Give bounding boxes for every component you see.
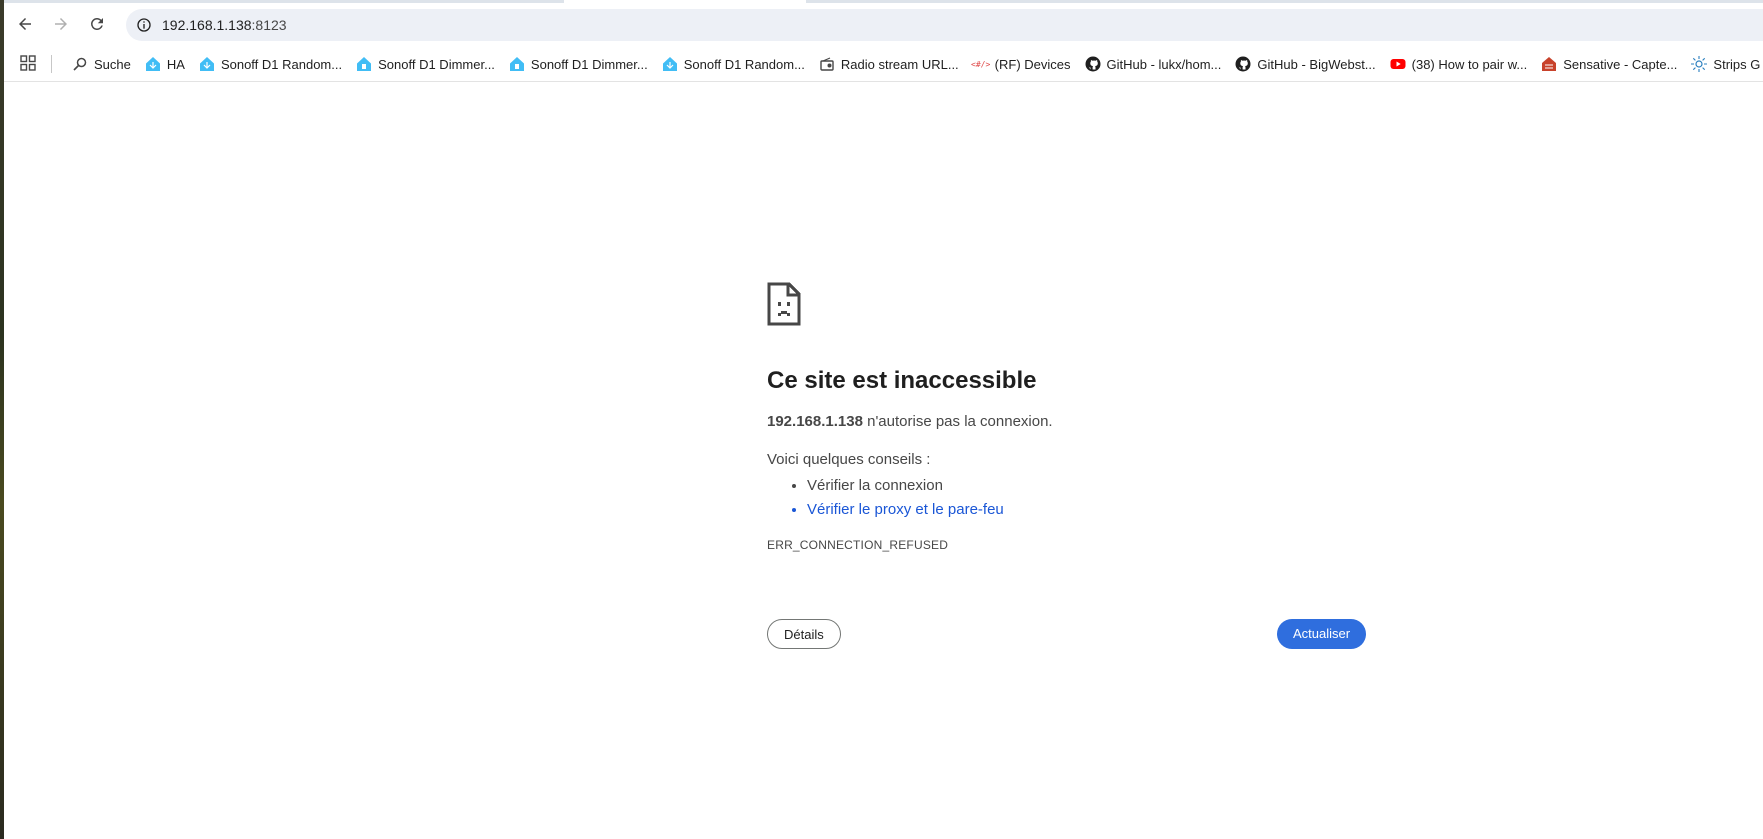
sad-page-icon <box>767 282 801 326</box>
tips-intro: Voici quelques conseils : <box>767 451 931 468</box>
tips-list: Vérifier la connexion Vérifier le proxy … <box>767 474 1373 522</box>
code-icon: <#/> <box>971 59 991 69</box>
house-icon <box>509 56 525 72</box>
url-text[interactable]: 192.168.1.138:8123 <box>162 17 287 33</box>
bookmark-label: Sonoff D1 Dimmer... <box>378 56 495 72</box>
url-port: :8123 <box>251 17 287 33</box>
address-bar[interactable]: 192.168.1.138:8123 <box>126 9 1763 41</box>
url-host: 192.168.1.138 <box>162 17 252 33</box>
bookmark-label: GitHub - BigWebst... <box>1257 56 1376 72</box>
home-assistant-icon <box>199 56 215 72</box>
error-title: Ce site est inaccessible <box>767 367 1037 394</box>
error-code: ERR_CONNECTION_REFUSED <box>767 538 949 552</box>
bookmark-label: GitHub - lukx/hom... <box>1106 56 1222 72</box>
bookmark-label: Sonoff D1 Random... <box>220 56 343 72</box>
bookmark-item[interactable]: Sonoff D1 Dimmer... <box>350 50 501 78</box>
home-assistant-icon <box>145 56 161 72</box>
bookmarks-bar: Suche HA Sonoff D1 Random... Sonoff D1 D… <box>4 47 1763 82</box>
bookmark-label: Strips G <box>1713 56 1761 72</box>
details-button[interactable]: Détails <box>767 619 841 649</box>
bookmark-item[interactable]: Sensative - Capte... <box>1535 50 1683 78</box>
bookmark-item[interactable]: (38) How to pair w... <box>1384 50 1534 78</box>
error-panel: Ce site est inaccessible 192.168.1.138 n… <box>767 282 1373 552</box>
bookmark-item[interactable]: GitHub - lukx/hom... <box>1079 50 1228 78</box>
tip-check-connection: Vérifier la connexion <box>807 474 1373 498</box>
arrow-right-icon <box>55 18 67 30</box>
house-icon <box>356 56 372 72</box>
bookmark-label: Radio stream URL... <box>840 56 959 72</box>
bookmarks-separator <box>51 55 52 73</box>
bookmark-label: Suche <box>94 56 131 72</box>
bookmark-label: Sensative - Capte... <box>1563 56 1678 72</box>
bookmark-item[interactable]: Radio stream URL... <box>813 50 965 78</box>
bookmark-item[interactable]: Sonoff D1 Random... <box>656 50 811 78</box>
page-content: Ce site est inaccessible 192.168.1.138 n… <box>4 82 1763 839</box>
arrow-left-icon <box>19 18 31 30</box>
error-description: 192.168.1.138 n'autorise pas la connexio… <box>767 412 1373 432</box>
back-button[interactable] <box>10 9 40 39</box>
error-description-text: n'autorise pas la connexion. <box>862 413 1053 430</box>
browser-window: 192.168.1.138:8123 Suche HA Sonoff D1 Ra… <box>4 0 1763 839</box>
bookmark-item[interactable]: Sonoff D1 Dimmer... <box>503 50 654 78</box>
sun-icon <box>1691 56 1708 72</box>
bookmark-item[interactable]: Suche <box>66 50 137 78</box>
bookmark-item[interactable]: Sonoff D1 Random... <box>193 50 348 78</box>
search-icon <box>72 56 88 72</box>
forward-button[interactable] <box>46 9 76 39</box>
home-assistant-icon <box>662 56 678 72</box>
radio-icon <box>819 56 835 72</box>
bookmark-item[interactable]: GitHub - BigWebst... <box>1229 50 1381 78</box>
bookmark-item[interactable]: HA <box>139 50 191 78</box>
bookmark-label: (RF) Devices <box>994 56 1071 72</box>
tip-check-proxy-link[interactable]: Vérifier le proxy et le pare-feu <box>807 498 1373 522</box>
apps-grid-icon[interactable] <box>20 55 36 71</box>
bookmark-item[interactable]: <#/> (RF) Devices <box>967 50 1077 78</box>
reload-icon <box>91 17 103 30</box>
bookmark-item[interactable]: Strips G <box>1685 50 1763 78</box>
bookmark-label: (38) How to pair w... <box>1411 56 1528 72</box>
github-icon <box>1235 56 1251 72</box>
info-icon[interactable] <box>136 17 152 33</box>
error-host: 192.168.1.138 <box>767 413 863 430</box>
bookmark-label: Sonoff D1 Dimmer... <box>530 56 648 72</box>
youtube-icon <box>1390 56 1406 72</box>
bookmarks-list: Suche HA Sonoff D1 Random... Sonoff D1 D… <box>66 47 1763 81</box>
reload-button[interactable] <box>82 9 112 39</box>
bookmark-label: Sonoff D1 Random... <box>683 56 805 72</box>
sensative-icon <box>1541 56 1557 72</box>
reload-page-button[interactable]: Actualiser <box>1277 619 1367 649</box>
github-icon <box>1085 56 1101 72</box>
toolbar: 192.168.1.138:8123 <box>4 3 1763 47</box>
bookmark-label: HA <box>166 56 185 72</box>
